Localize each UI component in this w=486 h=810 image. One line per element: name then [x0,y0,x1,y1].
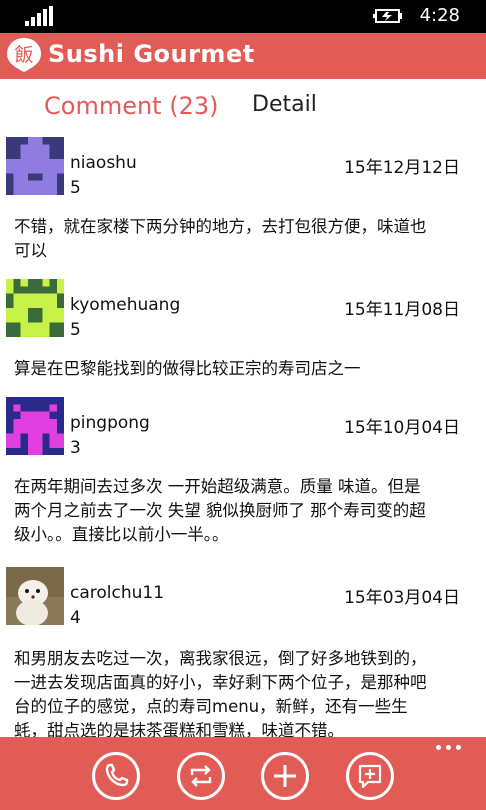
avatar [6,397,64,455]
call-button[interactable] [92,752,140,800]
app-title: Sushi Gourmet [48,40,255,68]
comment-rating: 3 [70,438,81,458]
comment-rating: 5 [70,178,81,198]
app-header: 飯 Sushi Gourmet [0,33,486,79]
tab-comment[interactable]: Comment (23) [44,92,218,120]
comment-text: 和男朋友去吃过一次，离我家很远，倒了好多地铁到的， 一进去发现店面真的好小，幸好… [14,649,427,737]
avatar [6,567,64,625]
clock: 4:28 [419,5,460,26]
svg-text:飯: 飯 [14,44,33,66]
comment-item: pingpong 2015年10月04日 3 在两年期间去过多次 一开始超级满意… [0,397,486,567]
signal-icon [25,6,57,26]
comment-date: 2015年10月04日 [344,418,460,438]
battery-charging-icon [373,9,402,23]
comment-rating: 5 [70,320,81,340]
add-button[interactable] [261,752,309,800]
comment-text: 算是在巴黎能找到的做得比较正宗的寿司店之一 [14,359,361,378]
tab-detail[interactable]: Detail [252,92,317,117]
comment-item: niaoshu 2015年12月12日 5 不错，就在家楼下两分钟的地方，去打包… [0,137,486,279]
avatar [6,137,64,195]
comment-user: carolchu11 [70,583,165,603]
comment-item: carolchu11 2015年03月04日 4 和男朋友去吃过一次，离我家很远… [0,567,486,737]
avatar [6,279,64,337]
comment-date: 2015年03月04日 [344,588,460,608]
refresh-icon [190,765,212,787]
comment-list[interactable]: niaoshu 2015年12月12日 5 不错，就在家楼下两分钟的地方，去打包… [0,137,486,737]
phone-icon [105,763,129,787]
add-icon [274,765,296,787]
more-icon[interactable] [436,745,462,751]
refresh-button[interactable] [177,752,225,800]
comment-user: kyomehuang [70,295,181,315]
comment-item: kyomehuang 2015年11月08日 5 算是在巴黎能找到的做得比较正宗… [0,279,486,397]
comment-text: 不错，就在家楼下两分钟的地方，去打包很方便，味道也 可以 [14,217,427,260]
comment-user: niaoshu [70,153,137,173]
add-comment-button[interactable] [346,752,394,800]
comment-text: 在两年期间去过多次 一开始超级满意。质量 味道。但是 两个月之前去了一次 失望 … [14,477,426,544]
comment-icon [358,764,382,789]
status-bar: 4:28 [0,0,486,33]
comment-date: 2015年12月12日 [344,158,460,178]
app-logo: 飯 [7,38,41,72]
app-bar [0,737,486,810]
comment-rating: 4 [70,608,81,628]
comment-date: 2015年11月08日 [344,300,460,320]
comment-user: pingpong [70,413,150,433]
